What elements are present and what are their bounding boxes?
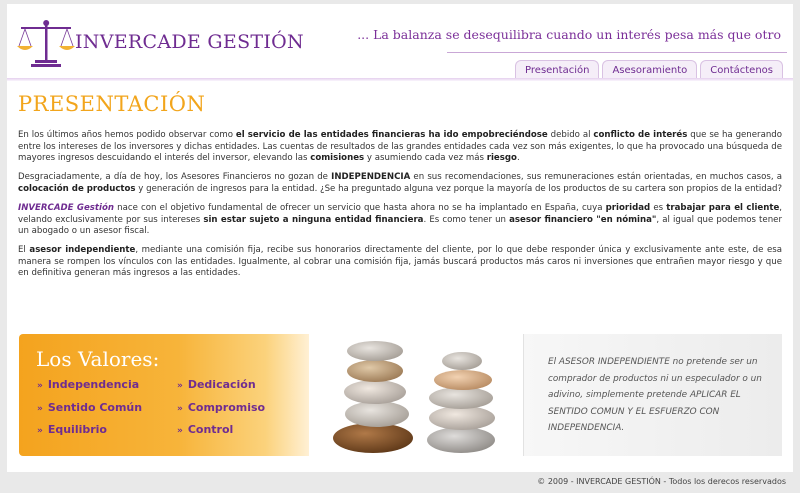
- valor-item: » Dedicación: [177, 378, 256, 391]
- text: . Es como tener un: [423, 214, 510, 225]
- text: y generación de ingresos para la entidad…: [135, 183, 783, 194]
- text: En los últimos años hemos podido observa…: [18, 130, 236, 140]
- emphasis: el servicio de las entidades financieras…: [235, 130, 548, 140]
- valor-label: Dedicación: [187, 378, 256, 391]
- emphasis: comisiones: [310, 153, 365, 164]
- emphasis: asesor independiente: [29, 245, 136, 256]
- bullet-icon: »: [177, 426, 183, 436]
- text: y asumiendo cada vez más: [364, 153, 487, 164]
- valor-item: » Control: [177, 423, 233, 436]
- valor-item: » Compromiso: [177, 401, 265, 414]
- balance-scale-logo-icon[interactable]: [15, 16, 77, 70]
- paragraph-1: En los últimos años hemos podido observa…: [18, 130, 782, 165]
- nav-underline: [7, 78, 793, 81]
- page: INVERCADE GESTIÓN ... La balanza se dese…: [7, 4, 793, 472]
- valor-label: Equilibrio: [47, 423, 107, 436]
- text: .: [516, 153, 520, 164]
- emphasis: conflicto de interés: [593, 130, 688, 140]
- valores-title: Los Valores:: [36, 347, 160, 371]
- text: en sus recomendaciones, sus remuneracion…: [410, 172, 782, 183]
- bullet-icon: »: [37, 381, 43, 391]
- quote-box: El ASESOR INDEPENDIENTE no pretende ser …: [523, 334, 782, 456]
- valores-banner: Los Valores: » Independencia » Dedicación …: [19, 334, 309, 456]
- valor-item: » Equilibrio: [37, 423, 107, 436]
- emphasis: trabajar para el cliente: [666, 202, 780, 213]
- bullet-icon: »: [177, 381, 183, 391]
- emphasis: asesor financiero "en nómina": [509, 214, 657, 225]
- emphasis: prioridad: [605, 202, 651, 213]
- text: El: [18, 245, 30, 256]
- valor-label: Control: [187, 423, 234, 436]
- quote-text: El ASESOR INDEPENDIENTE no pretende ser …: [548, 357, 762, 433]
- text: es: [650, 202, 667, 213]
- emphasis: INDEPENDENCIA: [331, 172, 411, 183]
- valor-label: Sentido Común: [47, 401, 143, 414]
- emphasis: colocación de productos: [18, 183, 136, 194]
- valor-label: Compromiso: [187, 401, 266, 414]
- emphasis: sin estar sujeto a ninguna entidad finan…: [203, 214, 424, 225]
- valor-label: Independencia: [47, 378, 140, 391]
- paragraph-3: INVERCADE Gestión nace con el objetivo f…: [18, 203, 782, 238]
- brand-name[interactable]: INVERCADE GESTIÓN: [75, 31, 304, 53]
- valor-item: » Independencia: [37, 378, 139, 391]
- main-content: En los últimos años hemos podido observa…: [18, 130, 782, 288]
- valor-item: » Sentido Común: [37, 401, 142, 414]
- paragraph-4: El asesor independiente, mediante una co…: [18, 245, 782, 280]
- paragraph-2: Desgraciadamente, a día de hoy, los Ases…: [18, 172, 782, 195]
- text: Desgraciadamente, a día de hoy, los Ases…: [18, 172, 332, 183]
- text: nace con el objetivo fundamental de ofre…: [114, 202, 606, 213]
- brand-inline: INVERCADE Gestión: [18, 202, 114, 213]
- bullet-icon: »: [177, 404, 183, 414]
- bullet-icon: »: [37, 426, 43, 436]
- tagline: ... La balanza se desequilibra cuando un…: [357, 27, 781, 42]
- stacked-stones-image: [309, 334, 523, 456]
- footer-copyright: © 2009 - INVERCADE GESTIÓN - Todos los d…: [537, 477, 786, 486]
- tagline-divider: [447, 52, 787, 53]
- bullet-icon: »: [37, 404, 43, 414]
- header: INVERCADE GESTIÓN ... La balanza se dese…: [7, 4, 793, 84]
- text: debido al: [547, 130, 594, 140]
- emphasis: riesgo: [486, 153, 517, 164]
- page-title: PRESENTACIÓN: [18, 92, 206, 116]
